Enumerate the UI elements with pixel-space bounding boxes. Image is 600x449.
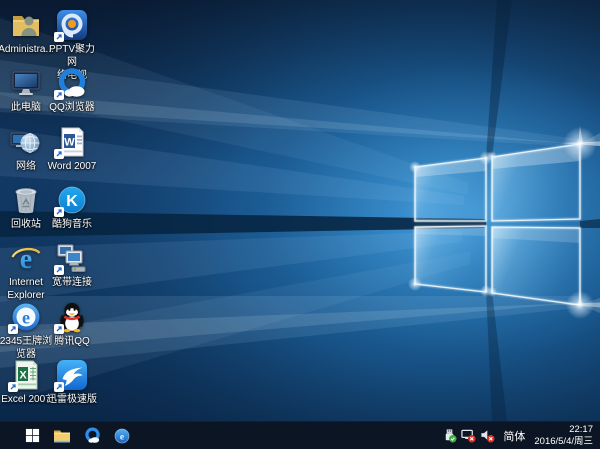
svg-text:e: e bbox=[120, 432, 124, 442]
internet-explorer-icon: e bbox=[10, 242, 42, 274]
clock-date: 2016/5/4/周三 bbox=[534, 436, 593, 448]
desktop-icon-tencent-qq[interactable]: 腾讯QQ bbox=[45, 301, 99, 348]
start-button[interactable] bbox=[17, 422, 47, 449]
desktop-icon-kugou[interactable]: K 酷狗音乐 bbox=[45, 184, 99, 231]
pptv-icon bbox=[56, 9, 88, 41]
shortcut-arrow-icon bbox=[54, 32, 64, 42]
desktop-icon-word-2007[interactable]: W Word 2007 bbox=[45, 126, 99, 173]
icon-label: 回收站 bbox=[11, 218, 41, 231]
icon-label: 腾讯QQ bbox=[54, 335, 90, 348]
icon-label: 迅雷极速版 bbox=[47, 393, 97, 406]
folder-icon bbox=[53, 428, 71, 444]
system-tray: 简体 22:17 2016/5/4/周三 bbox=[441, 422, 600, 449]
thunder-bird-icon bbox=[56, 359, 88, 391]
svg-text:e: e bbox=[22, 308, 30, 328]
icon-label: 此电脑 bbox=[11, 101, 41, 114]
icon-label: Internet Explorer bbox=[7, 276, 44, 302]
qq-penguin-icon bbox=[56, 301, 88, 333]
word-icon: W bbox=[56, 126, 88, 158]
icon-label: 网络 bbox=[16, 160, 36, 173]
network-disconnected-icon[interactable] bbox=[460, 427, 477, 444]
qq-browser-icon bbox=[84, 427, 101, 444]
shortcut-arrow-icon bbox=[54, 207, 64, 217]
icon-label: 酷狗音乐 bbox=[52, 218, 92, 231]
icon-label: Word 2007 bbox=[48, 160, 97, 173]
user-folder-icon bbox=[10, 9, 42, 41]
desktop-icon-broadband[interactable]: 宽带连接 bbox=[45, 242, 99, 289]
taskbar-clock[interactable]: 22:17 2016/5/4/周三 bbox=[532, 424, 597, 447]
icon-label: QQ浏览器 bbox=[49, 101, 95, 114]
icon-label: 宽带连接 bbox=[52, 276, 92, 289]
recycle-bin-icon bbox=[10, 184, 42, 216]
browser-e-button[interactable]: e bbox=[107, 422, 137, 449]
network-icon bbox=[10, 126, 42, 158]
icon-label: Excel 2007 bbox=[1, 393, 50, 406]
shortcut-arrow-icon bbox=[8, 382, 18, 392]
this-pc-icon bbox=[10, 67, 42, 99]
excel-icon: X bbox=[10, 359, 42, 391]
desktop: Administra... PPTV聚力 网 络电视 bbox=[0, 0, 600, 449]
svg-text:W: W bbox=[64, 137, 75, 149]
desktop-icon-qq-browser[interactable]: QQ浏览器 bbox=[45, 67, 99, 114]
qq-browser-icon bbox=[56, 67, 88, 99]
kugou-music-icon: K bbox=[56, 184, 88, 216]
clock-time: 22:17 bbox=[534, 424, 593, 436]
shortcut-arrow-icon bbox=[54, 149, 64, 159]
shortcut-arrow-icon bbox=[54, 265, 64, 275]
file-explorer-button[interactable] bbox=[47, 422, 77, 449]
input-method-indicator[interactable]: 简体 bbox=[498, 428, 530, 444]
usb-device-icon[interactable] bbox=[441, 427, 458, 444]
shortcut-arrow-icon bbox=[54, 90, 64, 100]
svg-text:K: K bbox=[66, 193, 78, 210]
shortcut-arrow-icon bbox=[54, 382, 64, 392]
qq-browser-button[interactable] bbox=[77, 422, 107, 449]
volume-muted-icon[interactable] bbox=[479, 427, 496, 444]
broadband-connection-icon bbox=[56, 242, 88, 274]
desktop-icon-thunder[interactable]: 迅雷极速版 bbox=[45, 359, 99, 406]
2345-browser-icon: e bbox=[10, 301, 42, 333]
shortcut-arrow-icon bbox=[54, 324, 64, 334]
windows-logo-icon bbox=[25, 428, 40, 443]
shortcut-arrow-icon bbox=[8, 324, 18, 334]
blue-e-browser-icon: e bbox=[114, 428, 130, 444]
svg-text:X: X bbox=[19, 370, 27, 382]
taskbar: e bbox=[0, 421, 600, 449]
